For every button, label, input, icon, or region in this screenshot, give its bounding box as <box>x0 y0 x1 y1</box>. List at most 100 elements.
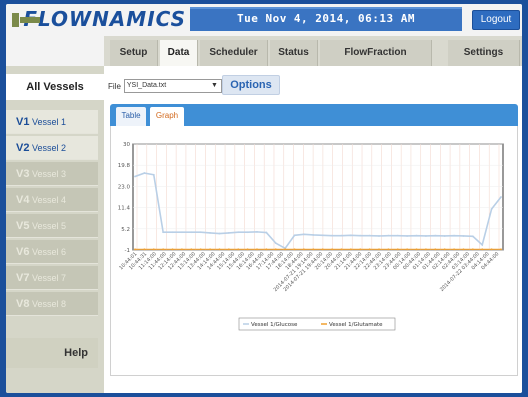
data-point <box>368 234 371 237</box>
data-point <box>134 175 136 178</box>
data-point <box>237 248 240 251</box>
data-point <box>312 248 315 251</box>
data-point <box>443 235 446 237</box>
data-point <box>246 248 249 251</box>
data-point <box>415 248 418 251</box>
data-point <box>171 231 174 234</box>
legend-label: Vessel 1/Glucose <box>251 322 298 328</box>
data-point <box>199 231 202 234</box>
data-point <box>387 248 390 251</box>
data-point <box>378 235 380 237</box>
data-point <box>443 248 446 251</box>
sidebar-item-vessel-1[interactable]: V1 Vessel 1 <box>6 110 98 134</box>
header: FLOWNAMICS Tue Nov 4, 2014, 06:13 AM Log… <box>6 4 522 34</box>
main-panel: File YSI_Data.txt ▼ Options Table Graph … <box>104 66 522 393</box>
data-point <box>265 231 268 234</box>
data-point <box>218 248 221 251</box>
logout-button[interactable]: Logout <box>472 10 520 30</box>
tab-status[interactable]: Status <box>270 40 318 66</box>
y-tick-label: 30 <box>123 142 130 148</box>
y-tick-label: 11.4 <box>118 206 131 212</box>
vessel-name: Vessel 3 <box>31 169 67 179</box>
tab-setup[interactable]: Setup <box>110 40 158 66</box>
chevron-down-icon: ▼ <box>210 82 218 89</box>
sidebar-item-vessel-8: V8 Vessel 8 <box>6 292 98 316</box>
data-point <box>227 248 230 251</box>
data-point <box>303 248 305 251</box>
data-point <box>181 231 183 234</box>
tab-scheduler[interactable]: Scheduler <box>200 40 268 66</box>
data-point <box>481 248 484 251</box>
data-point <box>162 248 165 251</box>
vessel-name: Vessel 5 <box>31 221 67 231</box>
vessel-name: Vessel 6 <box>31 247 67 257</box>
data-point <box>284 248 287 251</box>
data-point <box>303 233 305 236</box>
sidebar-item-vessel-5: V5 Vessel 5 <box>6 214 98 238</box>
data-point <box>500 196 502 198</box>
sidebar-item-vessel-3: V3 Vessel 3 <box>6 162 98 186</box>
y-tick-label: 23.0 <box>118 184 131 190</box>
logo-text: FLOWNAMICS <box>23 7 186 31</box>
tab-settings[interactable]: Settings <box>448 40 520 66</box>
data-point <box>199 248 202 251</box>
vessel-name: Vessel 8 <box>31 299 67 309</box>
data-point <box>425 248 427 251</box>
data-point <box>490 248 493 251</box>
vessel-id: V7 <box>16 272 30 284</box>
data-point <box>349 248 352 251</box>
chart-panel: -1 5.2 11.4 23.0 19.8 30 10:44:01 10:44:31 11:14… <box>110 126 518 376</box>
data-point <box>218 232 221 235</box>
data-point <box>246 231 249 234</box>
data-point <box>293 234 296 237</box>
tab-data[interactable]: Data <box>160 40 198 66</box>
tab-table[interactable]: Table <box>116 107 146 126</box>
data-point <box>274 248 277 251</box>
vessel-name: Vessel 4 <box>31 195 67 205</box>
data-point <box>453 234 455 237</box>
data-point <box>471 248 474 251</box>
data-point <box>490 208 493 210</box>
vessel-id: V1 <box>16 116 30 128</box>
tab-graph[interactable]: Graph <box>150 107 184 126</box>
sidebar: All Vessels V1 Vessel 1 V2 Vessel 2 V3 V… <box>6 66 104 393</box>
all-vessels-button[interactable]: All Vessels <box>6 74 104 100</box>
datetime-text: Tue Nov 4, 2014, 06:13 AM <box>236 12 416 25</box>
data-point <box>471 235 474 238</box>
data-point <box>415 234 418 237</box>
vessel-name: Vessel 1 <box>31 117 67 127</box>
line-chart: -15.211.423.019.83010:44:0110:44:3111:14… <box>118 142 504 331</box>
file-row: File YSI_Data.txt ▼ <box>108 76 222 96</box>
file-label: File <box>108 81 121 91</box>
data-point <box>227 232 230 234</box>
file-select-value: YSI_Data.txt <box>126 82 167 89</box>
vessel-id: V3 <box>16 168 30 180</box>
data-point <box>453 248 455 251</box>
vessel-id: V4 <box>16 194 30 206</box>
data-point <box>500 248 502 251</box>
options-button[interactable]: Options <box>222 75 280 95</box>
tab-flowfraction[interactable]: FlowFraction <box>320 40 432 66</box>
data-point <box>171 248 174 251</box>
vessel-id: V2 <box>16 142 30 154</box>
data-point <box>209 248 211 251</box>
data-point <box>256 230 258 233</box>
data-point <box>359 248 362 251</box>
vessel-id: V5 <box>16 220 30 232</box>
vessel-id: V8 <box>16 298 30 310</box>
sidebar-item-vessel-2[interactable]: V2 Vessel 2 <box>6 136 98 160</box>
data-point <box>321 248 324 251</box>
file-select[interactable]: YSI_Data.txt ▼ <box>123 79 222 93</box>
top-nav: Setup Data Scheduler Status FlowFraction… <box>104 36 522 66</box>
data-point <box>209 232 211 234</box>
datetime-bar: Tue Nov 4, 2014, 06:13 AM <box>190 7 462 31</box>
flownamics-logo-icon <box>10 8 40 30</box>
data-point <box>152 248 155 251</box>
data-point <box>331 234 333 237</box>
data-point <box>293 248 296 251</box>
sidebar-item-vessel-4: V4 Vessel 4 <box>6 188 98 212</box>
help-button[interactable]: Help <box>6 338 98 368</box>
data-point <box>359 234 362 237</box>
data-point <box>349 234 352 237</box>
data-point <box>387 234 390 237</box>
